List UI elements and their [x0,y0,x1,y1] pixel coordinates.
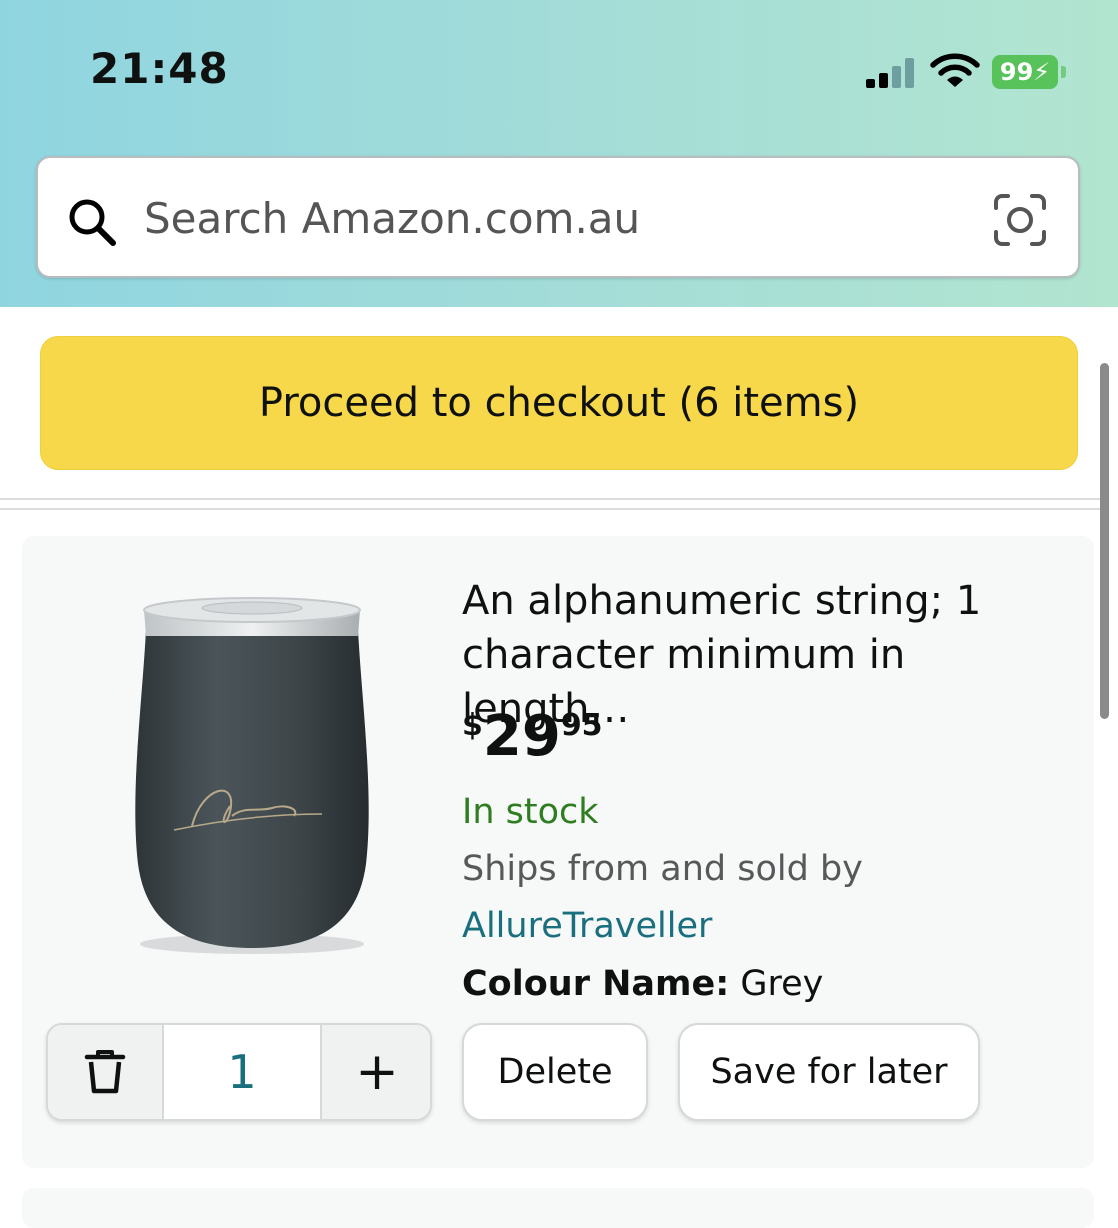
price-whole: 29 [482,704,561,769]
camera-scan-icon[interactable] [992,192,1048,248]
increase-quantity-button[interactable]: + [320,1025,430,1119]
cart-item-card: An alphanumeric string; 1 character mini… [22,536,1094,1168]
section-divider [0,498,1100,500]
search-bar[interactable] [36,156,1080,278]
header-area: 21:48 99⚡ [0,0,1118,307]
scrollbar[interactable] [1100,363,1109,719]
search-input[interactable] [142,184,966,252]
delete-button[interactable]: Delete [462,1023,648,1121]
seller-link[interactable]: AllureTraveller [462,906,712,946]
colour-label: Colour Name: [462,964,730,1004]
quantity-stepper: 1 + [46,1023,432,1121]
search-icon [69,199,116,246]
colour-info: Colour Name: Grey [462,964,823,1004]
product-image[interactable] [122,564,382,964]
battery-cap [1061,66,1066,78]
decrease-trash-button[interactable] [48,1025,164,1119]
section-divider [0,508,1100,510]
battery-indicator: 99⚡ [992,55,1058,89]
quantity-value[interactable]: 1 [164,1025,320,1119]
cellular-signal-icon [866,58,916,88]
product-price: $2995 [462,704,603,769]
stock-status: In stock [462,792,599,832]
proceed-to-checkout-button[interactable]: Proceed to checkout (6 items) [40,336,1078,470]
wifi-icon [930,53,980,87]
price-fraction: 95 [560,708,603,743]
price-currency-symbol: $ [462,708,483,743]
next-cart-item-card [22,1188,1094,1228]
ships-from-text: Ships from and sold by [462,849,863,889]
status-time: 21:48 [90,44,229,93]
save-for-later-button[interactable]: Save for later [678,1023,980,1121]
colour-value: Grey [740,964,824,1004]
trash-icon [84,1050,126,1094]
